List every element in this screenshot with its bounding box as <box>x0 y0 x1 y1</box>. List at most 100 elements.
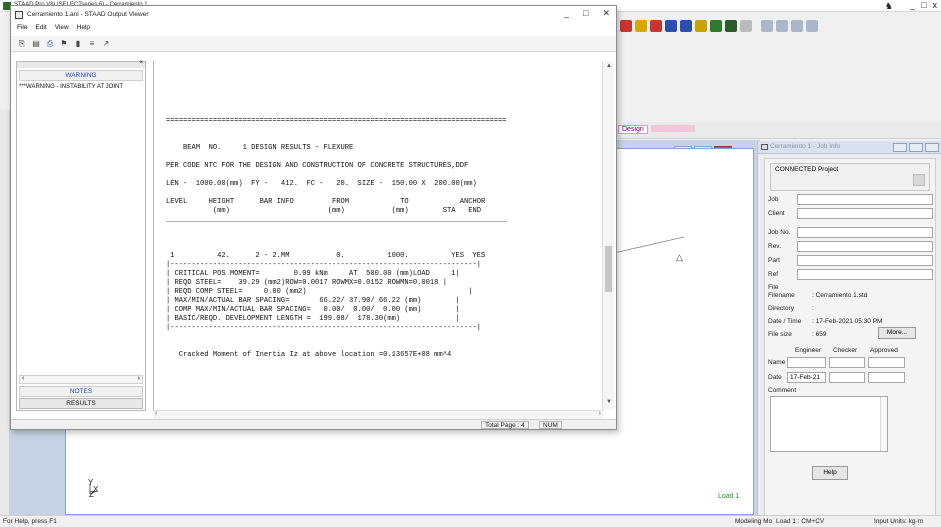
file-size-label: File size <box>768 331 792 338</box>
more-button[interactable]: More... <box>878 327 916 339</box>
scroll-left-icon[interactable]: ‹ <box>22 375 24 382</box>
solid-tool-icon[interactable] <box>725 20 737 32</box>
plate-tool-icon[interactable] <box>710 20 722 32</box>
job-info-restore-button[interactable] <box>909 143 923 152</box>
rotate-tool-icon[interactable] <box>806 20 818 32</box>
find-icon[interactable]: ⚑ <box>59 39 69 48</box>
tab-earthquake[interactable]: Earthquake <box>651 125 695 132</box>
print-icon[interactable]: ⎙ <box>45 39 55 49</box>
menu-file[interactable]: File <box>17 24 27 35</box>
approved-label: Approved <box>870 347 898 354</box>
output-line: PER CODE NTC FOR THE DESIGN AND CONSTRUC… <box>166 162 469 170</box>
viewer-close-button[interactable]: ✕ <box>602 8 610 19</box>
comment-scrollbar[interactable] <box>880 397 887 451</box>
tab-design[interactable]: Design <box>618 125 648 134</box>
left-palette[interactable] <box>0 110 10 520</box>
pane-horizontal-scrollbar[interactable]: ‹ › <box>19 375 143 384</box>
project-button[interactable] <box>913 174 925 186</box>
filename-label: Filename <box>768 292 795 299</box>
viewer-toolbar: ⎘ ▤ ⎙ ⚑ ▮ ≡ ↗ <box>11 36 616 52</box>
scroll-thumb[interactable] <box>605 246 612 292</box>
approved-date-field[interactable] <box>868 372 905 383</box>
hscroll-left-icon[interactable]: ‹ <box>155 410 157 417</box>
comment-label: Comment <box>768 387 797 394</box>
user-icon[interactable]: ♞ <box>885 1 893 12</box>
menu-help[interactable]: Help <box>77 24 90 35</box>
name-label: Name <box>768 359 786 366</box>
member-tool-icon[interactable] <box>695 20 707 32</box>
checker-date-field[interactable] <box>829 372 865 383</box>
checker-name-field[interactable] <box>829 357 865 368</box>
axis-icon: Y X Z <box>88 478 99 499</box>
close-button[interactable]: x <box>931 0 940 11</box>
warning-tab[interactable]: WARNING <box>19 70 143 81</box>
client-field[interactable] <box>797 208 933 219</box>
pane-close-icon[interactable]: × <box>139 60 143 66</box>
beam-member-line <box>613 236 685 254</box>
directory-value: : <box>812 305 814 312</box>
scroll-down-icon[interactable]: ▼ <box>606 399 612 405</box>
document-vertical-scrollbar[interactable]: ▲ ▼ <box>602 61 614 410</box>
client-label: Client <box>768 210 785 217</box>
viewer-maximize-button[interactable]: □ <box>583 8 588 19</box>
viewer-title: Cerramiento 1.anl - STAAD Output Viewer <box>27 11 149 18</box>
date-time-label: Date / Time <box>768 318 802 325</box>
comment-field[interactable] <box>770 396 888 452</box>
engineer-date-field[interactable]: 17-Feb-21 <box>787 372 826 383</box>
zoom-tool-icon[interactable] <box>776 20 788 32</box>
rev-field[interactable] <box>797 241 933 252</box>
output-line: | REQD STEEL= 39.29 (mm2)ROW=0.0017 ROWM… <box>166 279 447 287</box>
date-time-value: : 17-Feb-2021 05:30 PM <box>812 318 883 325</box>
status-mode: Modeling Mo <box>735 518 773 525</box>
bookmark-icon[interactable]: ▮ <box>73 39 83 48</box>
menu-edit[interactable]: Edit <box>35 24 46 35</box>
output-line: 1 42. 2 - 2.MM 0. 1000. YES YES <box>166 252 486 260</box>
total-pages: Total Page : 4 <box>481 421 529 429</box>
warning-item[interactable]: ***WARNING - INSTABILITY AT JOINT <box>19 84 123 90</box>
pan-tool-icon[interactable] <box>791 20 803 32</box>
help-button[interactable]: Help <box>812 466 848 480</box>
job-info-close-button[interactable] <box>925 143 939 152</box>
minimize-button[interactable]: _ <box>908 0 917 11</box>
viewer-minimize-button[interactable]: _ <box>564 8 569 19</box>
ref-field[interactable] <box>797 269 933 280</box>
job-info-title: Cerramiento 1 - Job Info <box>770 143 841 150</box>
file-size-value: : 659 <box>812 331 827 338</box>
output-line: BEAM NO. 1 DESIGN RESULTS - FLEXURE <box>166 144 354 152</box>
support-icon: △ <box>676 252 683 262</box>
scroll-right-icon[interactable]: › <box>138 375 140 382</box>
node-tool-icon[interactable] <box>620 20 632 32</box>
beam-tool-icon[interactable] <box>665 20 677 32</box>
view-tool-icon[interactable] <box>761 20 773 32</box>
job-field[interactable] <box>797 194 933 205</box>
output-line: | MAX/MIN/ACTUAL BAR SPACING= 66.22/ 37.… <box>166 297 460 305</box>
paste-icon[interactable]: ▤ <box>31 39 41 48</box>
copy-icon[interactable]: ⎘ <box>17 39 27 49</box>
results-tab[interactable]: RESULTS <box>19 398 143 409</box>
hscroll-right-icon[interactable]: › <box>599 410 601 417</box>
output-document[interactable]: ========================================… <box>153 61 597 410</box>
support-tool-icon[interactable] <box>650 20 662 32</box>
section-tool-icon[interactable] <box>680 20 692 32</box>
engineer-name-field[interactable] <box>787 357 826 368</box>
job-no-field[interactable] <box>797 227 933 238</box>
scroll-up-icon[interactable]: ▲ <box>606 63 612 69</box>
part-field[interactable] <box>797 255 933 266</box>
approved-name-field[interactable] <box>868 357 905 368</box>
document-horizontal-scrollbar[interactable]: ‹ › <box>153 410 603 419</box>
snap-tool-icon[interactable] <box>635 20 647 32</box>
help-icon[interactable]: ↗ <box>101 39 111 48</box>
date-label: Date <box>768 374 782 381</box>
output-line: LEVEL HEIGHT BAR INFO FROM TO ANCHOR <box>166 198 486 206</box>
ref-label: Ref <box>768 271 779 278</box>
query-tool-icon[interactable] <box>740 20 752 32</box>
job-info-minimize-button[interactable] <box>893 143 907 152</box>
notes-tab[interactable]: NOTES <box>19 386 143 397</box>
menu-view[interactable]: View <box>55 24 69 35</box>
maximize-button[interactable]: □ <box>919 0 928 11</box>
output-line: |---------------------------------------… <box>166 324 482 332</box>
list-icon[interactable]: ≡ <box>87 39 97 48</box>
